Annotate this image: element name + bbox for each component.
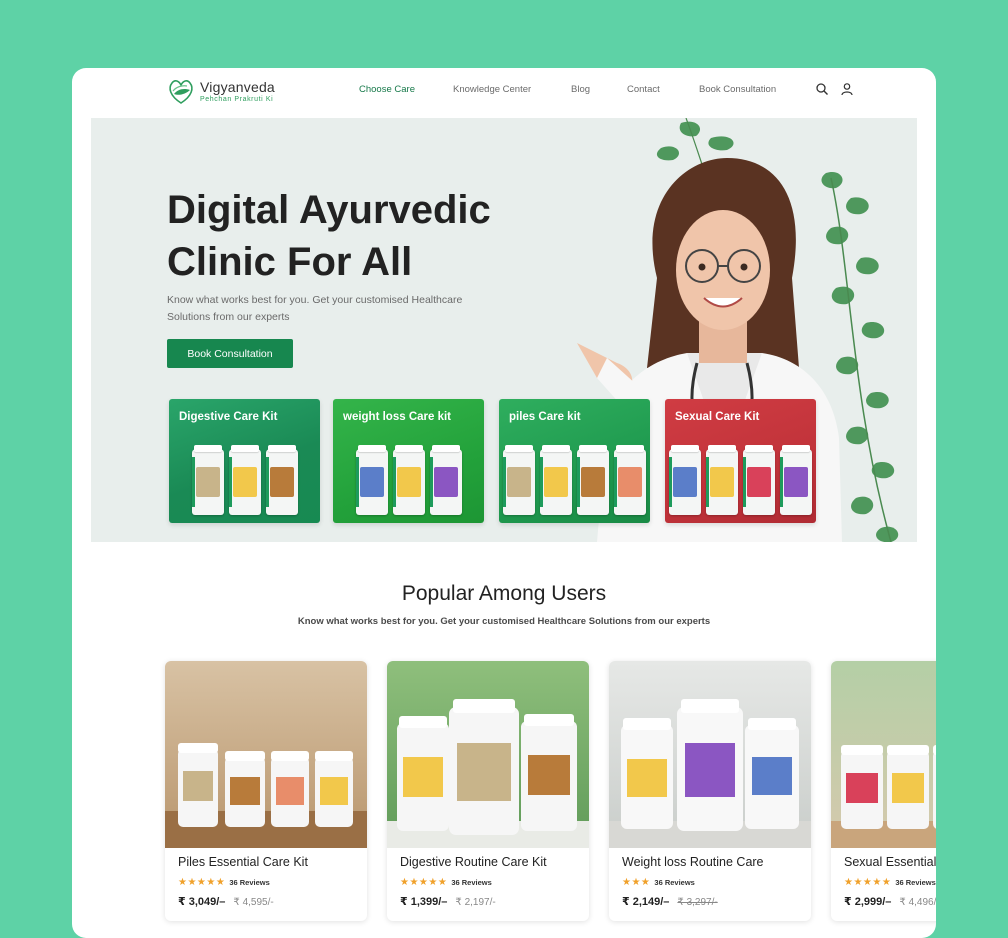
kit-card-sexual[interactable]: Sexual Care Kit [665,399,816,523]
kit-card-weight-loss[interactable]: weight loss Care kit [333,399,484,523]
site-header: Vigyanveda Pehchan Prakruti Ki Choose Ca… [72,68,936,114]
bottle-image [429,445,462,515]
search-icon[interactable] [815,82,829,96]
original-price: ₹ 4,595/- [233,897,274,908]
bottle-image [191,445,224,515]
star-rating-icon: ★★★ [622,877,651,888]
book-consultation-button[interactable]: Book Consultation [167,339,293,368]
product-name: Digestive Routine Care Kit [400,855,547,869]
current-price: ₹ 2,149/– [622,896,670,908]
section-subtitle: Know what works best for you. Get your c… [297,616,711,627]
user-icon[interactable] [840,82,854,96]
nav-choose-care[interactable]: Choose Care [359,84,415,95]
bottle-image [355,445,388,515]
nav-knowledge-center[interactable]: Knowledge Center [453,84,531,95]
bottle-image [743,445,775,515]
product-rating: ★★★ 36 Reviews [622,877,695,888]
product-card[interactable]: Sexual Essential Care Kit ★★★★★ 36 Revie… [831,661,936,921]
kit-bottles [333,445,484,515]
hero-banner: Digital Ayurvedic Clinic For All Know wh… [91,118,917,542]
product-price: ₹ 3,049/– ₹ 4,595/- [178,895,274,908]
nav-book-consultation[interactable]: Book Consultation [699,84,776,95]
bottle-image [265,445,298,515]
product-rating: ★★★★★ 36 Reviews [844,877,936,888]
review-count: 36 Reviews [895,878,936,887]
nav-blog[interactable]: Blog [571,84,590,95]
bottle-image [228,445,261,515]
product-image [165,661,367,848]
product-card[interactable]: Digestive Routine Care Kit ★★★★★ 36 Revi… [387,661,589,921]
product-name: Weight loss Routine Care [622,855,764,869]
kit-bottles [499,445,650,515]
kit-title: Sexual Care Kit [675,411,760,423]
product-card[interactable]: Piles Essential Care Kit ★★★★★ 36 Review… [165,661,367,921]
star-rating-icon: ★★★★★ [400,877,448,888]
bottle-image [669,445,701,515]
original-price: ₹ 2,197/- [455,897,496,908]
bottle-image [392,445,425,515]
hero-title-line2: Clinic For All [167,240,413,284]
product-rating: ★★★★★ 36 Reviews [400,877,492,888]
current-price: ₹ 1,399/– [400,896,448,908]
product-rating: ★★★★★ 36 Reviews [178,877,270,888]
product-image [387,661,589,848]
kit-card-digestive[interactable]: Digestive Care Kit [169,399,320,523]
review-count: 36 Reviews [451,878,492,887]
current-price: ₹ 3,049/– [178,896,226,908]
kit-bottles [665,445,816,515]
original-price: ₹ 4,496/- [899,897,936,908]
hero-subtitle: Know what works best for you. Get your c… [167,294,463,323]
bottle-image [577,445,609,515]
page-frame: Vigyanveda Pehchan Prakruti Ki Choose Ca… [72,68,936,938]
review-count: 36 Reviews [229,878,270,887]
bottle-image [780,445,812,515]
star-rating-icon: ★★★★★ [178,877,226,888]
bottle-image [503,445,535,515]
section-title: Popular Among Users [401,582,607,605]
product-image [831,661,936,848]
product-name: Piles Essential Care Kit [178,855,308,869]
product-name: Sexual Essential Care Kit [844,855,936,869]
bottle-image [706,445,738,515]
bottle-image [614,445,646,515]
review-count: 36 Reviews [654,878,695,887]
product-image [609,661,811,848]
kit-bottles [169,445,320,515]
bottle-image [540,445,572,515]
original-price: ₹ 3,297/- [677,897,718,908]
kit-title: weight loss Care kit [343,411,452,423]
kit-card-piles[interactable]: piles Care kit [499,399,650,523]
nav-contact[interactable]: Contact [627,84,660,95]
product-price: ₹ 2,149/– ₹ 3,297/- [622,895,718,908]
hero-title-line1: Digital Ayurvedic [167,188,491,232]
product-price: ₹ 2,999/– ₹ 4,496/- [844,895,936,908]
main-nav: Choose Care Knowledge Center Blog Contac… [72,84,936,98]
product-price: ₹ 1,399/– ₹ 2,197/- [400,895,496,908]
product-card[interactable]: Weight loss Routine Care ★★★ 36 Reviews … [609,661,811,921]
kit-title: Digestive Care Kit [179,411,278,423]
kit-title: piles Care kit [509,411,581,423]
star-rating-icon: ★★★★★ [844,877,892,888]
hero-title: Digital Ayurvedic Clinic For All [167,184,547,288]
current-price: ₹ 2,999/– [844,896,892,908]
